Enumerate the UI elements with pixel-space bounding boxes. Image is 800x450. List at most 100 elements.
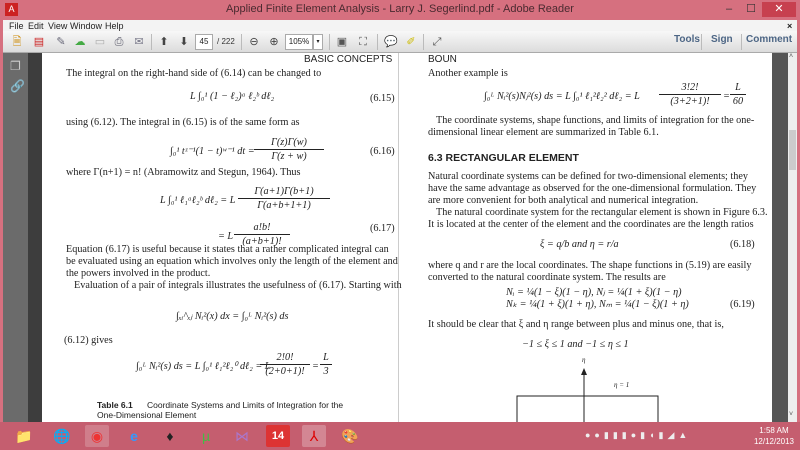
edit-icon[interactable]: ✎ [53,34,69,50]
equation-6-16: ∫₀¹ tᶻ⁻¹(1 − t)ʷ⁻¹ dt = [170,146,255,157]
equals-sign: = [723,91,730,102]
clock-date: 12/12/2013 [753,437,794,446]
equation-6-19: Nᵢ = ¼(1 − ξ)(1 − η), Nⱼ = ¼(1 + ξ)(1 − … [506,287,682,298]
chrome-icon[interactable]: ◉ [85,425,109,447]
fraction: 3!2! (3+2+1)! [659,81,721,108]
paragraph: where Γ(n+1) = n! (Abramowitz and Stegun… [66,167,301,178]
paragraph: Equation (6.17) is useful because it sta… [66,244,389,255]
fit-page-icon[interactable]: ▣ [334,34,350,50]
highlight-icon[interactable]: ✐ [403,34,419,50]
paragraph: are more convenient for both analytical … [428,195,699,206]
equation: ∫₀ᴸ Nᵢ²(s) ds = L ∫₀¹ ℓ₁²ℓ₂⁰ dℓ₂ = L [136,361,271,372]
page-total: / 222 [217,37,235,46]
fraction: L3 [320,351,332,378]
paragraph: The integral on the right-hand side of (… [66,68,322,79]
table-label: Table 6.1 [97,400,133,410]
paragraph: dimensional linear element are summarize… [428,127,659,138]
menu-edit[interactable]: Edit [28,21,44,31]
sticky-note-icon[interactable]: 💬 [383,34,399,50]
email-icon[interactable]: ✉ [131,34,147,50]
paragraph: have the same advantage as observed for … [428,183,757,194]
fraction: Γ(z)Γ(w) Γ(z + w) [254,136,324,163]
scroll-down-icon[interactable]: ˅ [789,411,793,418]
paragraph: Evaluation of a pair of integrals illust… [74,280,402,291]
taskbar: 📁 🌐 ◉ e ♦ µ ⋈ 14 ⅄ 🎨 ●●▮▮▮●▮◖▮◢▲ 1:58 AM… [0,422,800,450]
previous-page-icon[interactable]: ⬆ [156,34,172,50]
menu-help[interactable]: Help [105,21,124,31]
full-screen-icon[interactable]: ⤢ [429,34,445,50]
maximize-button[interactable]: ☐ [740,2,762,17]
page-thumbnails-icon[interactable]: ❐ [10,59,21,73]
fourteen-app-icon[interactable]: 14 [266,425,290,447]
paragraph: Natural coordinate systems can be define… [428,171,748,182]
comment-tab[interactable]: Comment [746,34,792,45]
paragraph: The natural coordinate system for the re… [436,207,768,218]
file-explorer-icon[interactable]: 📁 [12,425,36,447]
network-icon[interactable]: 🌐 [50,425,74,447]
paragraph: converted to the natural coordinate syst… [428,272,666,283]
menu-window[interactable]: Window [70,21,102,31]
clock[interactable]: 1:58 AM 12/12/2013 [754,425,794,447]
equation: −1 ≤ ξ ≤ 1 and −1 ≤ η ≤ 1 [522,339,629,350]
fit-width-icon[interactable]: ⛶ [355,34,371,50]
close-button[interactable]: ✕ [762,2,796,17]
axis-label-eta: η [582,356,586,364]
table-title: Coordinate Systems and Limits of Integra… [147,400,344,410]
cloud-icon[interactable]: ☁ [72,34,88,50]
minimize-button[interactable]: – [718,2,740,17]
menu-view[interactable]: View [48,21,67,31]
attachments-icon[interactable]: 🔗 [10,79,25,93]
adobe-reader-taskbar-icon[interactable]: ⅄ [302,425,326,447]
clock-time: 1:58 AM [759,426,789,435]
inkscape-icon[interactable]: ♦ [158,425,182,447]
internet-explorer-icon[interactable]: e [122,425,146,447]
next-page-icon[interactable]: ⬇ [176,34,192,50]
scrollbar-thumb[interactable] [789,130,796,170]
visual-studio-icon[interactable]: ⋈ [230,425,254,447]
paint-icon[interactable]: 🎨 [338,425,362,447]
equation-number: (6.15) [370,93,395,104]
zoom-level-select[interactable]: 105% [285,34,313,50]
paragraph: The coordinate systems, shape functions,… [436,115,755,126]
zoom-dropdown-icon[interactable]: ▾ [313,34,323,50]
paragraph: (6.12) gives [64,335,113,346]
save-icon[interactable]: ▭ [92,34,108,50]
create-pdf-icon[interactable]: ▤ [31,34,47,50]
menu-file[interactable]: File [9,21,24,31]
equation: ∫₀ᴸ Nᵢ²(s)Nⱼ²(s) ds = L ∫₀¹ ℓ₁²ℓ₂² dℓ₂ =… [484,91,640,102]
boundary-label: η = 1 [614,381,630,389]
vertical-scrollbar[interactable]: ˄ ˅ [788,53,797,422]
utorrent-icon[interactable]: µ [194,425,218,447]
equation-6-18: ξ = q/b and η = r/a [540,239,619,250]
sign-tab[interactable]: Sign [711,34,733,45]
equation-number: (6.19) [730,299,755,310]
fraction: Γ(a+1)Γ(b+1) Γ(a+b+1+1) [238,185,330,212]
pane-divider [28,53,42,422]
page-number-input[interactable]: 45 [195,34,213,50]
zoom-out-icon[interactable]: ⊖ [246,34,262,50]
equation-6-17a: L ∫₀¹ ℓ₁ᵃℓ₂ᵇ dℓ₂ = L [160,195,236,206]
print-icon[interactable]: ⎙ [111,34,127,50]
paragraph: the powers involved in the product. [66,268,211,279]
paragraph: Another example is [428,68,508,79]
table-title: One-Dimensional Element [97,410,197,420]
document-page: BASIC CONCEPTS The integral on the right… [42,53,772,422]
equation-number: (6.17) [370,223,395,234]
paragraph: It should be clear that ξ and η range be… [428,319,724,330]
equation: ∫ₓᵢ^ₓⱼ Nᵢ²(x) dx = ∫₀ᴸ Nᵢ²(s) ds [176,311,289,322]
system-tray-icons[interactable]: ●●▮▮▮●▮◖▮◢▲ [585,430,691,441]
scroll-up-icon[interactable]: ˄ [789,53,793,60]
running-header: BOUN [428,54,457,65]
title-bar: A Applied Finite Element Analysis - Larr… [0,0,800,20]
equation-6-17b: = L [218,231,234,242]
fraction: L 60 [730,81,746,108]
equation-6-15: L ∫₀¹ (1 − ℓ₂)ᵃ ℓ₂ᵇ dℓ₂ [190,91,275,102]
equals-sign: = [312,361,319,372]
equation-6-19: Nₖ = ¼(1 + ξ)(1 + η), Nₘ = ¼(1 − ξ)(1 + … [506,299,689,310]
close-document-icon[interactable]: × [787,21,792,31]
open-icon[interactable]: 🗎 [9,34,25,50]
tools-tab[interactable]: Tools [674,34,700,45]
equation-number: (6.18) [730,239,755,250]
paragraph: be evaluated using an equation which inv… [66,256,398,267]
zoom-in-icon[interactable]: ⊕ [266,34,282,50]
